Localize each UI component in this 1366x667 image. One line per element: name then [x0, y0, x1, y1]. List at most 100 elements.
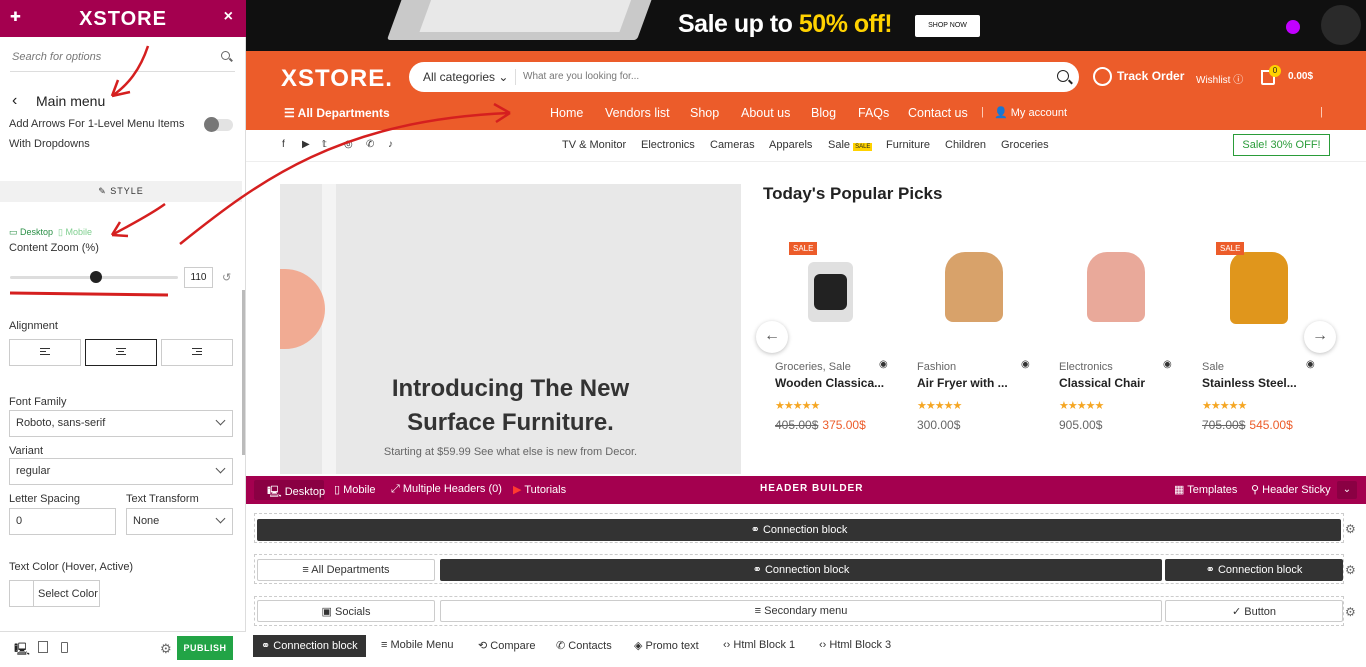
promo-banner[interactable]: Sale up to 50% off! SHOP NOW — [246, 0, 1366, 51]
category-select[interactable]: All categories ⌄ — [423, 70, 508, 84]
instagram-icon[interactable]: ◎ — [344, 139, 353, 150]
variant-select[interactable]: regular — [9, 458, 233, 485]
cat-tv[interactable]: TV & Monitor — [562, 139, 626, 151]
gear-icon[interactable]: ⚙ — [1345, 563, 1356, 577]
publish-button[interactable]: PUBLISH — [177, 636, 233, 660]
shop-now-button[interactable]: SHOP NOW — [915, 15, 980, 37]
builder-row-main[interactable]: ≡ All Departments ⚭ Connection block ⚭ C… — [254, 554, 1344, 584]
close-icon[interactable]: × — [224, 8, 233, 26]
socials-block[interactable]: ▣ Socials — [257, 600, 435, 622]
tutorials-link[interactable]: ▶ Tutorials — [513, 483, 566, 496]
site-logo[interactable]: XSTORE. — [281, 65, 393, 93]
secondary-menu-block[interactable]: ≡ Secondary menu — [440, 600, 1162, 622]
panel-scrollbar[interactable] — [242, 290, 245, 455]
zoom-slider-thumb[interactable] — [89, 271, 102, 283]
zoom-input[interactable]: 110 — [184, 267, 213, 288]
quick-view-icon[interactable]: ◉ — [1306, 359, 1315, 370]
element-chip-contacts[interactable]: ✆ Contacts — [548, 635, 620, 657]
nav-home[interactable]: Home — [550, 106, 583, 120]
product-image[interactable] — [808, 262, 853, 322]
product-name[interactable]: Stainless Steel... — [1202, 376, 1297, 390]
device-desktop[interactable]: ▭ Desktop — [9, 227, 53, 238]
arrows-toggle[interactable] — [204, 117, 233, 132]
all-departments-block[interactable]: ≡ All Departments — [257, 559, 435, 581]
prev-arrow-button[interactable]: ← — [756, 321, 788, 353]
nav-about[interactable]: About us — [741, 106, 790, 120]
wishlist-link[interactable]: Wishlist ⓘ — [1196, 71, 1243, 86]
element-chip-compare[interactable]: ⟲ Compare — [470, 635, 544, 657]
cat-groceries[interactable]: Groceries — [1001, 139, 1049, 151]
multiple-headers-link[interactable]: ⤢ Multiple Headers (0) — [391, 483, 502, 496]
cat-sale[interactable]: Sale SALE — [828, 139, 873, 151]
element-chip-html1[interactable]: ‹› Html Block 1 — [715, 635, 803, 657]
align-center-button[interactable] — [85, 339, 157, 366]
product-card[interactable]: Electronics ◉ Classical Chair ★★★★★ 905.… — [1047, 240, 1177, 450]
nav-shop[interactable]: Shop — [690, 106, 719, 120]
element-chip-promo[interactable]: ◈ Promo text — [626, 635, 707, 657]
desktop-preview-icon[interactable]: 🖳 — [14, 640, 30, 661]
product-name[interactable]: Wooden Classica... — [775, 376, 884, 390]
element-chip-html3[interactable]: ‹› Html Block 3 — [811, 635, 899, 657]
element-chip-mobile-menu[interactable]: ≡ Mobile Menu — [373, 635, 461, 657]
hero-banner[interactable]: Introducing The New Surface Furniture. St… — [280, 184, 741, 474]
quick-view-icon[interactable]: ◉ — [1163, 359, 1172, 370]
tiktok-icon[interactable]: ♪ — [388, 139, 393, 150]
product-name[interactable]: Air Fryer with ... — [917, 376, 1008, 390]
quick-view-icon[interactable]: ◉ — [1021, 359, 1030, 370]
whatsapp-icon[interactable]: ✆ — [366, 139, 374, 150]
track-order-link[interactable]: Track Order — [1117, 69, 1184, 83]
cat-furniture[interactable]: Furniture — [886, 139, 930, 151]
cat-cameras[interactable]: Cameras — [710, 139, 755, 151]
back-button[interactable]: ‹ Main menu — [0, 88, 246, 114]
search-input[interactable]: What are you looking for... — [523, 71, 639, 82]
letter-spacing-input[interactable]: 0 — [9, 508, 116, 535]
search-bar[interactable]: All categories ⌄ What are you looking fo… — [409, 62, 1079, 92]
mobile-tab[interactable]: ▯ Mobile — [334, 483, 376, 496]
product-name[interactable]: Classical Chair — [1059, 376, 1145, 390]
product-card[interactable]: SALE Sale ◉ Stainless Steel... ★★★★★ 705… — [1190, 240, 1320, 450]
product-image[interactable] — [945, 252, 1003, 322]
text-transform-select[interactable]: None — [126, 508, 233, 535]
product-image[interactable] — [1230, 252, 1288, 324]
align-right-button[interactable] — [161, 339, 233, 366]
cat-apparels[interactable]: Apparels — [769, 139, 812, 151]
header-sticky-link[interactable]: ⚲ Header Sticky — [1251, 483, 1331, 496]
search-icon[interactable] — [1057, 70, 1069, 82]
select-color-button[interactable]: Select Color — [9, 580, 100, 607]
gear-icon[interactable]: ⚙ — [1345, 522, 1356, 536]
sale-button[interactable]: Sale! 30% OFF! — [1233, 134, 1330, 156]
element-chip-connection[interactable]: ⚭ Connection block — [253, 635, 366, 657]
tablet-preview-icon[interactable] — [38, 641, 48, 653]
nav-faqs[interactable]: FAQs — [858, 106, 889, 120]
reset-icon[interactable]: ↺ — [222, 271, 231, 284]
connection-block[interactable]: ⚭ Connection block — [440, 559, 1162, 581]
nav-blog[interactable]: Blog — [811, 106, 836, 120]
connection-block[interactable]: ⚭ Connection block — [1165, 559, 1343, 581]
gear-icon[interactable]: ⚙ — [160, 641, 172, 657]
nav-vendors[interactable]: Vendors list — [605, 106, 670, 120]
next-arrow-button[interactable]: → — [1304, 321, 1336, 353]
all-departments-menu[interactable]: ☰ All Departments — [284, 106, 390, 120]
cat-electronics[interactable]: Electronics — [641, 139, 695, 151]
product-image[interactable] — [1087, 252, 1145, 322]
twitter-icon[interactable]: 𝕥 — [322, 139, 327, 150]
mobile-preview-icon[interactable] — [61, 642, 68, 653]
connection-block[interactable]: ⚭ Connection block — [257, 519, 1341, 541]
device-mobile[interactable]: ▯ Mobile — [58, 227, 92, 238]
search-options-input[interactable]: Search for options — [10, 44, 235, 72]
font-family-select[interactable]: Roboto, sans-serif — [9, 410, 233, 437]
templates-link[interactable]: ▦ Templates — [1174, 483, 1237, 496]
quick-view-icon[interactable]: ◉ — [879, 359, 888, 370]
builder-row-bottom[interactable]: ▣ Socials ≡ Secondary menu ✓ Button — [254, 596, 1344, 626]
style-tab[interactable]: ✎ STYLE — [0, 181, 242, 202]
my-account-link[interactable]: 👤 My account — [994, 106, 1067, 119]
button-block[interactable]: ✓ Button — [1165, 600, 1343, 622]
align-left-button[interactable] — [9, 339, 81, 366]
facebook-icon[interactable]: f — [282, 139, 285, 150]
builder-row-top[interactable]: ⚭ Connection block — [254, 513, 1344, 543]
product-card[interactable]: Fashion ◉ Air Fryer with ... ★★★★★ 300.0… — [905, 240, 1035, 450]
youtube-icon[interactable]: ▶ — [302, 139, 310, 150]
collapse-button[interactable]: ⌄ — [1337, 481, 1357, 499]
gear-icon[interactable]: ⚙ — [1345, 605, 1356, 619]
cat-children[interactable]: Children — [945, 139, 986, 151]
